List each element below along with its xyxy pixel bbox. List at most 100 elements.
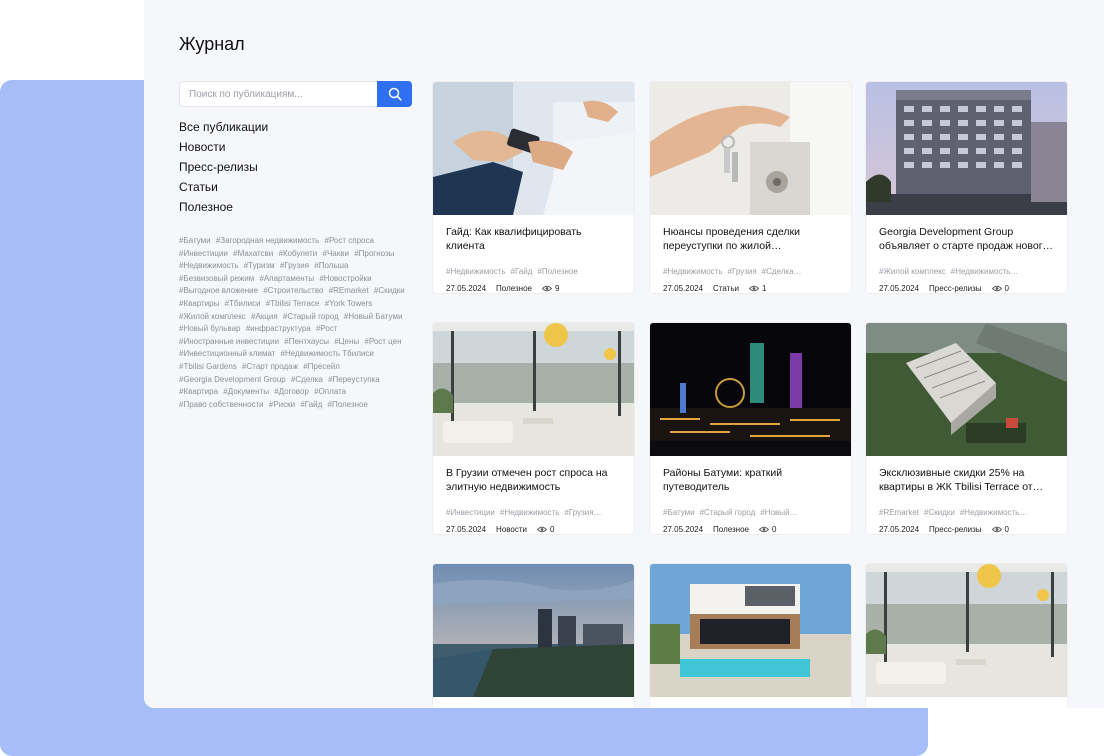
article-tag[interactable]: #Новый… — [760, 508, 797, 517]
article-tag[interactable]: #Грузия — [728, 267, 757, 276]
tag-link[interactable]: #Новый бульвар — [179, 324, 241, 333]
tag-link[interactable]: #Иностранные инвестиции — [179, 337, 279, 346]
article-card[interactable]: Гайд: Как квалифицировать клиента #Недви… — [432, 81, 635, 294]
article-tag[interactable]: #Жилой комплекс — [879, 267, 946, 276]
nav-item-articles[interactable]: Статьи — [179, 180, 268, 200]
tag-link[interactable]: #Тбилиси — [225, 299, 261, 308]
article-card[interactable] — [432, 563, 635, 708]
nav-item-useful[interactable]: Полезное — [179, 200, 268, 220]
article-meta: 27.05.2024 Полезное 9 — [446, 284, 621, 293]
tag-link[interactable]: #Старый город — [283, 312, 339, 321]
article-tag[interactable]: #Сделка… — [762, 267, 802, 276]
tag-link[interactable]: #Риски — [269, 400, 295, 409]
article-category: Новости — [496, 525, 528, 534]
article-card[interactable]: Эксклюзивные скидки 25% на квартиры в ЖК… — [865, 322, 1068, 535]
tag-link[interactable]: #Сделка — [291, 375, 323, 384]
article-title: В Грузии отмечен рост спроса на элитную … — [446, 467, 608, 493]
tag-link[interactable]: #Апартаменты — [259, 274, 314, 283]
tag-link[interactable]: #Прогнозы — [354, 249, 394, 258]
tag-link[interactable]: #Оплата — [314, 387, 346, 396]
article-tag[interactable]: #Батуми — [663, 508, 695, 517]
tag-link[interactable]: #Tbilisi Gardens — [179, 362, 237, 371]
tag-link[interactable]: #Скидки — [374, 286, 405, 295]
article-image — [433, 564, 634, 697]
tag-link[interactable]: #Рост — [316, 324, 338, 333]
tag-link[interactable]: #Инвестиционный климат — [179, 349, 275, 358]
article-tag[interactable]: #Недвижимость — [500, 508, 560, 517]
tag-link[interactable]: #Новостройки — [319, 274, 371, 283]
article-views-count: 0 — [772, 525, 777, 534]
tag-link[interactable]: #Гайд — [300, 400, 322, 409]
article-tag[interactable]: #Недвижимость — [446, 267, 506, 276]
article-tags: #Недвижимость #Гайд #Полезное — [446, 267, 621, 276]
article-tag[interactable]: #Гайд — [511, 267, 533, 276]
article-tag[interactable]: #Недвижимость… — [951, 267, 1019, 276]
search-input[interactable] — [179, 81, 377, 107]
tag-link[interactable]: #Выгодное вложение — [179, 286, 258, 295]
tag-link[interactable]: #Туризм — [244, 261, 275, 270]
article-date: 27.05.2024 — [879, 525, 920, 534]
tag-link[interactable]: #Цены — [334, 337, 359, 346]
tag-link[interactable]: #Квартира — [179, 387, 218, 396]
article-card[interactable] — [649, 563, 852, 708]
tag-link[interactable]: #Документы — [223, 387, 269, 396]
article-title: Georgia Development Group объявляет о ст… — [879, 226, 1054, 252]
tag-link[interactable]: #Инвестиции — [179, 249, 228, 258]
tag-link[interactable]: #REmarket — [329, 286, 369, 295]
tag-link[interactable]: #Недвижимость Тбилиси — [281, 349, 374, 358]
tag-link[interactable]: #Жилой комплекс — [179, 312, 246, 321]
tag-link[interactable]: #Чакви — [323, 249, 349, 258]
article-tag[interactable]: #Инвестиции — [446, 508, 495, 517]
tag-link[interactable]: #Строительство — [263, 286, 323, 295]
tag-link[interactable]: #Пентхаусы — [284, 337, 329, 346]
tag-link[interactable]: #Махатсви — [233, 249, 273, 258]
nav-item-news[interactable]: Новости — [179, 140, 268, 160]
article-card[interactable]: В Грузии отмечен рост спроса на элитную … — [432, 322, 635, 535]
tag-link[interactable]: #Квартиры — [179, 299, 219, 308]
article-views: 0 — [759, 525, 776, 534]
tag-link[interactable]: #Полезное — [328, 400, 368, 409]
tag-link[interactable]: #York Towers — [325, 299, 373, 308]
tag-link[interactable]: #Tbilisi Terrace — [266, 299, 320, 308]
article-card[interactable]: Районы Батуми: краткий путеводитель #Бат… — [649, 322, 852, 535]
tag-link[interactable]: #Польша — [314, 261, 348, 270]
article-card[interactable] — [865, 563, 1068, 708]
tag-link[interactable]: #Загородная недвижимость — [216, 236, 319, 245]
nav-item-press-releases[interactable]: Пресс-релизы — [179, 160, 268, 180]
article-image — [650, 564, 851, 697]
search-button[interactable] — [377, 81, 412, 107]
article-tag[interactable]: #Старый город — [700, 508, 756, 517]
tag-link[interactable]: #Безвизовый режим — [179, 274, 254, 283]
tag-link[interactable]: #Право собственности — [179, 400, 264, 409]
article-title: Гайд: Как квалифицировать клиента — [446, 226, 582, 252]
tag-link[interactable]: #Пресейл — [303, 362, 340, 371]
nav-item-all[interactable]: Все публикации — [179, 120, 268, 140]
article-views-count: 1 — [761, 284, 767, 293]
article-card[interactable]: Georgia Development Group объявляет о ст… — [865, 81, 1068, 294]
article-title — [879, 707, 1054, 708]
tag-link[interactable]: #Договор — [274, 387, 309, 396]
article-tag[interactable]: #Скидки — [924, 508, 955, 517]
article-tag[interactable]: #Недвижимость… — [960, 508, 1028, 517]
tag-link[interactable]: #Недвижимость — [179, 261, 239, 270]
article-card[interactable]: Нюансы проведения сделки переуступки по … — [649, 81, 852, 294]
article-tags: #Батуми #Старый город #Новый… — [663, 508, 838, 517]
tag-link[interactable]: #Новый Батуми — [344, 312, 403, 321]
eye-icon — [759, 526, 769, 533]
article-tag[interactable]: #REmarket — [879, 508, 919, 517]
article-category: Статьи — [713, 284, 739, 293]
article-image — [866, 323, 1067, 456]
tag-link[interactable]: #Акция — [251, 312, 278, 321]
tag-link[interactable]: #инфраструктура — [246, 324, 311, 333]
article-tag[interactable]: #Полезное — [537, 267, 577, 276]
tag-link[interactable]: #Старт продаж — [242, 362, 298, 371]
tag-link[interactable]: #Georgia Development Group — [179, 375, 286, 384]
article-tag[interactable]: #Грузия… — [564, 508, 601, 517]
tag-link[interactable]: #Батуми — [179, 236, 211, 245]
tag-link[interactable]: #Кобулети — [279, 249, 318, 258]
article-tag[interactable]: #Недвижимость — [663, 267, 723, 276]
tag-link[interactable]: #Переуступка — [328, 375, 380, 384]
tag-link[interactable]: #Рост спроса — [325, 236, 374, 245]
tag-link[interactable]: #Грузия — [280, 261, 309, 270]
tag-link[interactable]: #Рост цен — [364, 337, 401, 346]
